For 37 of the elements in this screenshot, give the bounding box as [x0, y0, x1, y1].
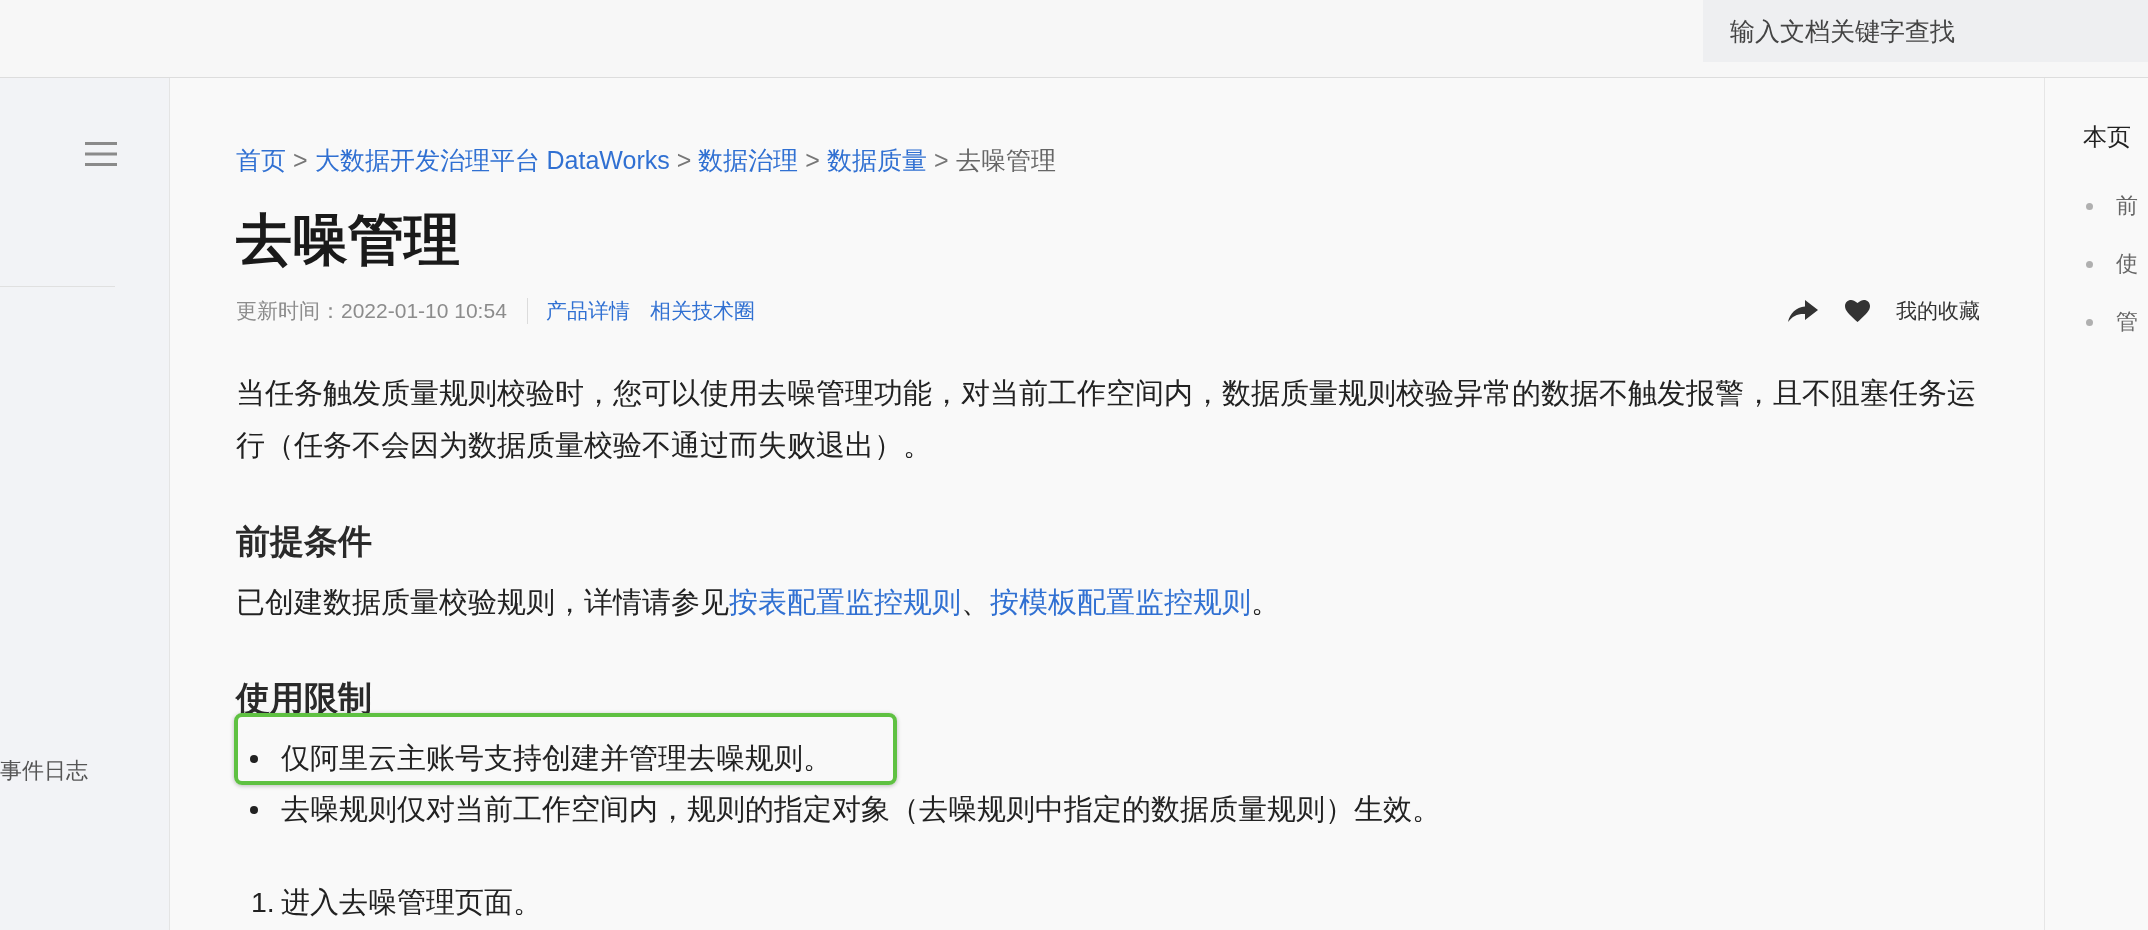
bullet-icon — [250, 805, 258, 814]
toc-item[interactable]: 使 — [2116, 249, 2138, 279]
breadcrumb-link[interactable]: 大数据开发治理平台 DataWorks — [314, 144, 670, 176]
breadcrumb-link[interactable]: 数据质量 — [826, 144, 927, 176]
step-text: 进入去噪管理页面。 — [280, 884, 542, 920]
favorite-button[interactable]: 我的收藏 — [1845, 295, 1980, 327]
meta-link[interactable]: 产品详情 — [545, 295, 630, 327]
share-icon[interactable] — [1788, 300, 1818, 322]
update-time: 更新时间：2022-01-10 10:54 — [236, 298, 507, 325]
bullet-icon — [2086, 202, 2093, 210]
heart-icon — [1845, 300, 1870, 322]
page-title: 去噪管理 — [236, 208, 461, 272]
menu-icon[interactable] — [85, 142, 117, 166]
toc-item[interactable]: 前 — [2116, 191, 2138, 221]
breadcrumb-current: 去噪管理 — [955, 145, 1056, 176]
breadcrumb-link[interactable]: 数据治理 — [698, 144, 799, 176]
bullet-icon — [250, 754, 258, 763]
step-number: 1. — [251, 884, 275, 920]
breadcrumb-separator: > — [676, 145, 692, 176]
breadcrumb-separator: > — [933, 145, 949, 176]
section-heading: 前提条件 — [236, 521, 373, 562]
doc-link[interactable]: 按模板配置监控规则 — [990, 586, 1251, 618]
bullet-icon — [2086, 260, 2093, 268]
section-paragraph: 已创建数据质量校验规则，详情请参见按表配置监控规则、按模板配置监控规则。 — [236, 585, 1281, 620]
breadcrumb-link[interactable]: 首页 — [236, 144, 286, 176]
bullet-icon — [2086, 318, 2093, 326]
list-item-text: 仅阿里云主账号支持创建并管理去噪规则。 — [281, 741, 832, 776]
breadcrumb-separator: > — [805, 145, 820, 176]
toc-item[interactable]: 管 — [2116, 307, 2138, 337]
sidebar-item[interactable]: 事件日志 — [0, 756, 88, 786]
breadcrumb-separator: > — [293, 145, 308, 176]
toc-title: 本页 — [2083, 122, 2132, 152]
doc-link[interactable]: 按表配置监控规则 — [729, 586, 961, 618]
search-field[interactable]: 输入文档关键字查找 — [1703, 0, 2148, 62]
meta-link[interactable]: 相关技术圈 — [649, 295, 755, 327]
list-item-text: 去噪规则仅对当前工作空间内，规则的指定对象（去噪规则中指定的数据质量规则）生效。 — [281, 792, 1441, 827]
intro-paragraph: 当任务触发质量规则校验时，您可以使用去噪管理功能，对当前工作空间内，数据质量规则校验异常的数据不触发报警，且不阻塞任务运行（任务不会因为数据质量校验不通过而失败退出）。 — [236, 376, 1977, 463]
